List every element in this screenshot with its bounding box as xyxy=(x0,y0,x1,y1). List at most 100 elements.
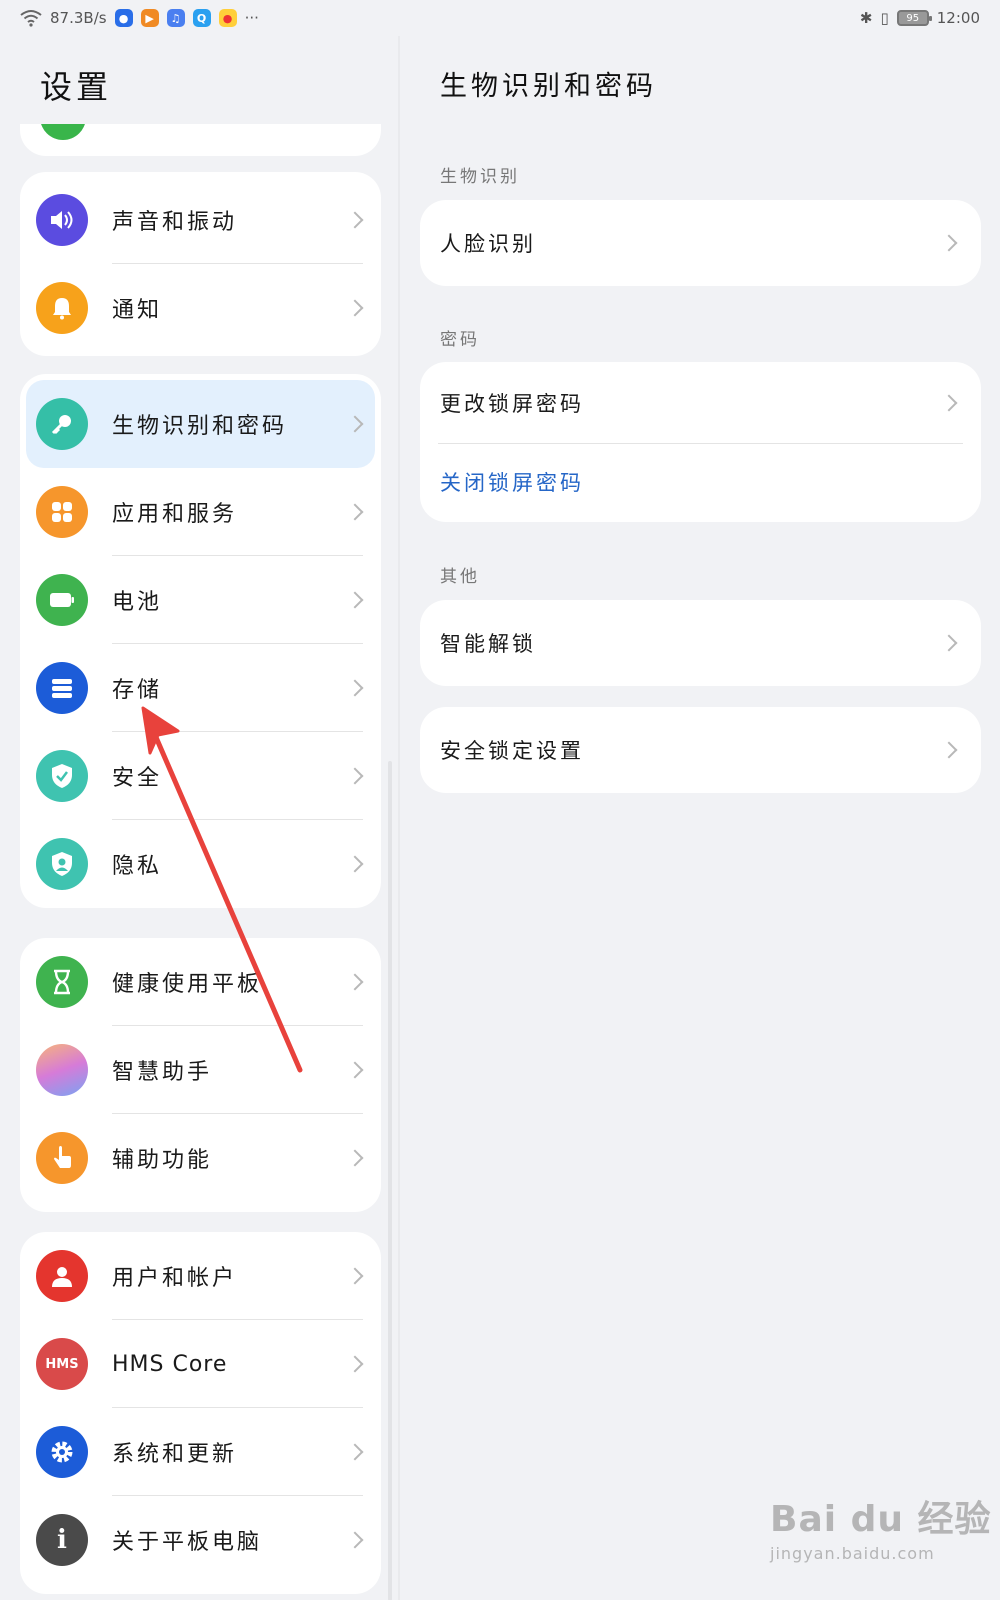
section-label-password: 密码 xyxy=(440,330,480,350)
sidebar-item-label: 电池 xyxy=(112,590,163,615)
item-label: 安全锁定设置 xyxy=(440,739,584,763)
sidebar-item-label: 系统和更新 xyxy=(112,1442,238,1467)
sidebar-item-security[interactable]: 安全 xyxy=(20,732,381,820)
battery-indicator: 95 xyxy=(896,10,932,26)
sidebar-item-hms-core[interactable]: HMS HMS Core xyxy=(20,1320,381,1408)
sidebar-item-label: 存储 xyxy=(112,678,163,703)
item-label: 更改锁屏密码 xyxy=(440,392,584,416)
other-card: 智能解锁 xyxy=(420,600,981,686)
chevron-right-icon xyxy=(346,973,364,991)
info-icon: i xyxy=(36,1514,88,1566)
status-left: 87.3B/s ● ▶ ♫ Q ● ··· xyxy=(20,9,259,27)
watermark-logo: Bai du 经验 xyxy=(770,1499,992,1540)
chevron-right-icon xyxy=(940,634,958,652)
chevron-right-icon xyxy=(346,767,364,785)
user-icon xyxy=(36,1250,88,1302)
sidebar-item-label: HMS Core xyxy=(112,1351,228,1377)
sidebar-item-biometrics[interactable]: 生物识别和密码 xyxy=(26,380,375,468)
chevron-right-icon xyxy=(346,1531,364,1549)
search-app-icon: Q xyxy=(192,9,211,27)
battery-icon xyxy=(36,574,88,626)
clock: 12:00 xyxy=(936,9,980,27)
chevron-right-icon xyxy=(940,394,958,412)
sidebar-item-label: 智慧助手 xyxy=(112,1060,213,1085)
sidebar-item-label: 辅助功能 xyxy=(112,1148,213,1173)
sidebar-item-label: 声音和振动 xyxy=(112,210,238,235)
collapsed-card xyxy=(20,124,381,156)
sidebar-item-privacy[interactable]: 隐私 xyxy=(20,820,381,908)
chevron-right-icon xyxy=(346,855,364,873)
weibo-icon: ● xyxy=(218,9,237,27)
chevron-right-icon xyxy=(346,299,364,317)
hourglass-icon xyxy=(36,956,88,1008)
face-recognition-item[interactable]: 人脸识别 xyxy=(420,200,981,286)
password-card: 更改锁屏密码 关闭锁屏密码 xyxy=(420,362,981,522)
sidebar-item-apps[interactable]: 应用和服务 xyxy=(20,468,381,556)
detail-title: 生物识别和密码 xyxy=(440,71,657,102)
chevron-right-icon xyxy=(940,741,958,759)
sidebar-item-label: 应用和服务 xyxy=(112,502,238,527)
hms-icon: HMS xyxy=(36,1338,88,1390)
chevron-right-icon xyxy=(346,415,364,433)
detail-pane: 生物识别和密码 生物识别 人脸识别 密码 更改锁屏密码 关闭锁屏密码 其他 智能… xyxy=(400,36,1000,1600)
settings-group-wellbeing: 健康使用平板 智慧助手 辅助功能 xyxy=(20,938,381,1212)
chevron-right-icon xyxy=(346,1061,364,1079)
settings-list-pane: 设置 声音和振动 通知 生物识别和密码 应用和服务 电池 存储 安全 隐私 健康… xyxy=(0,36,398,1600)
smart-unlock-item[interactable]: 智能解锁 xyxy=(420,600,981,686)
settings-group-accounts: 用户和帐户 HMS HMS Core 系统和更新 i 关于平板电脑 xyxy=(20,1232,381,1594)
key-icon xyxy=(36,398,88,450)
page-title: 设置 xyxy=(40,68,113,106)
change-lock-password-item[interactable]: 更改锁屏密码 xyxy=(420,362,981,444)
settings-group-sound: 声音和振动 通知 xyxy=(20,172,381,356)
sidebar-item-battery[interactable]: 电池 xyxy=(20,556,381,644)
chevron-right-icon xyxy=(346,1355,364,1373)
item-label: 人脸识别 xyxy=(440,232,536,256)
sidebar-item-users[interactable]: 用户和帐户 xyxy=(20,1232,381,1320)
chevron-right-icon xyxy=(346,1267,364,1285)
video-app-icon: ▶ xyxy=(140,9,159,27)
sidebar-item-label: 隐私 xyxy=(112,854,163,879)
sidebar-item-accessibility[interactable]: 辅助功能 xyxy=(20,1114,381,1202)
chevron-right-icon xyxy=(346,211,364,229)
section-label-other: 其他 xyxy=(440,567,480,587)
sidebar-item-label: 健康使用平板 xyxy=(112,972,263,997)
sidebar-item-notifications[interactable]: 通知 xyxy=(20,264,381,352)
chevron-right-icon xyxy=(346,591,364,609)
chevron-right-icon xyxy=(346,679,364,697)
biometrics-card: 人脸识别 xyxy=(420,200,981,286)
gear-icon xyxy=(36,1426,88,1478)
privacy-shield-icon xyxy=(36,838,88,890)
item-label: 智能解锁 xyxy=(440,632,536,656)
chevron-right-icon xyxy=(346,503,364,521)
settings-group-system: 生物识别和密码 应用和服务 电池 存储 安全 隐私 xyxy=(20,374,381,908)
sidebar-item-label: 通知 xyxy=(112,298,163,323)
watermark: Bai du 经验 jingyan.baidu.com xyxy=(770,1490,992,1563)
bell-icon xyxy=(36,282,88,334)
hand-icon xyxy=(36,1132,88,1184)
sidebar-item-assistant[interactable]: 智慧助手 xyxy=(20,1026,381,1114)
chevron-right-icon xyxy=(940,234,958,252)
status-right: ✱ ▯ 95 12:00 xyxy=(860,9,980,27)
apps-grid-icon xyxy=(36,486,88,538)
security-lock-settings-item[interactable]: 安全锁定设置 xyxy=(420,707,981,793)
shield-check-icon xyxy=(36,750,88,802)
item-label: 关闭锁屏密码 xyxy=(440,471,584,495)
sidebar-item-storage[interactable]: 存储 xyxy=(20,644,381,732)
sidebar-item-about[interactable]: i 关于平板电脑 xyxy=(20,1496,381,1584)
more-notifications: ··· xyxy=(244,9,259,27)
sidebar-item-label: 用户和帐户 xyxy=(112,1266,238,1291)
sidebar-item-label: 关于平板电脑 xyxy=(112,1530,263,1555)
network-speed: 87.3B/s xyxy=(50,9,107,27)
sidebar-item-digital-balance[interactable]: 健康使用平板 xyxy=(20,938,381,1026)
sidebar-item-sound[interactable]: 声音和振动 xyxy=(20,176,381,264)
partially-hidden-icon xyxy=(40,124,86,140)
chevron-right-icon xyxy=(346,1149,364,1167)
sidebar-item-label: 安全 xyxy=(112,766,163,791)
sidebar-item-system-update[interactable]: 系统和更新 xyxy=(20,1408,381,1496)
assistant-icon xyxy=(36,1044,88,1096)
wifi-icon xyxy=(20,10,42,27)
disable-lock-password-link[interactable]: 关闭锁屏密码 xyxy=(420,444,981,520)
bluetooth-icon: ✱ xyxy=(859,9,873,27)
watermark-url: jingyan.baidu.com xyxy=(770,1544,935,1563)
scrollbar[interactable] xyxy=(388,761,392,1600)
